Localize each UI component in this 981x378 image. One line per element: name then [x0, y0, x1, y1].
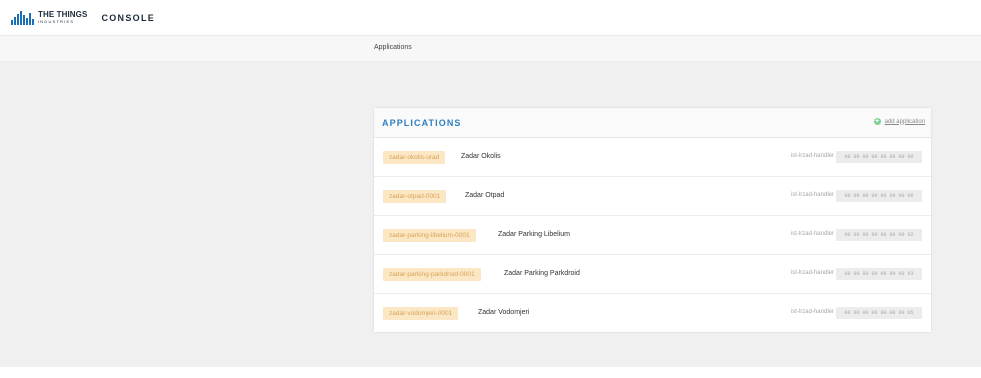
application-row[interactable]: zadar-otpad-0001 Zadar Otpad ist-lrzad-h… [374, 177, 931, 216]
app-eui-value: 00 00 00 00 00 00 00 00 [836, 151, 922, 163]
top-navigation-bar: THE THINGS INDUSTRIES CONSOLE [0, 0, 981, 35]
handler-label: ist-lrzad-handler [790, 231, 834, 237]
application-name: Zadar Otpad [465, 192, 505, 199]
application-name: Zadar Vodomjeri [478, 309, 530, 316]
logo-wordmark[interactable]: THE THINGS INDUSTRIES [38, 11, 87, 24]
application-id-badge: zadar-otpad-0001 [383, 190, 447, 203]
app-eui-value: 00 00 00 00 00 00 00 06 [836, 190, 922, 202]
handler-label: ist-lrzad-handler [790, 309, 834, 315]
logo-line1: THE THINGS [38, 10, 88, 19]
application-row[interactable]: zadar-okolis-urad Zadar Okolis ist-lrzad… [374, 138, 931, 177]
application-row[interactable]: zadar-vodomjeri-0001 Zadar Vodomjeri ist… [374, 294, 931, 333]
application-id-badge: zadar-okolis-urad [383, 151, 446, 164]
application-row[interactable]: zadar-parking-libelium-0001 Zadar Parkin… [374, 216, 931, 255]
footer-band [0, 367, 981, 378]
handler-label: ist-lrzad-handler [790, 192, 834, 198]
application-name: Zadar Parking Libelium [498, 231, 570, 238]
applications-panel: APPLICATIONS + add application zadar-oko… [374, 108, 931, 332]
add-application-label: add application [884, 118, 925, 125]
application-row[interactable]: zadar-parking-parkdroid-0001 Zadar Parki… [374, 255, 931, 294]
console-label[interactable]: CONSOLE [101, 13, 155, 23]
handler-label: ist-lrzad-handler [790, 153, 834, 159]
panel-title: APPLICATIONS [382, 118, 462, 128]
app-eui-value: 00 00 00 00 00 00 00 05 [836, 307, 922, 319]
breadcrumb-item-applications[interactable]: Applications [374, 44, 412, 51]
add-application-button[interactable]: + add application [873, 118, 925, 125]
breadcrumb: Applications [0, 35, 981, 62]
logo-line2: INDUSTRIES [38, 19, 75, 24]
handler-label: ist-lrzad-handler [790, 270, 834, 276]
application-id-badge: zadar-vodomjeri-0001 [383, 307, 459, 320]
ttn-logo-icon[interactable] [11, 10, 34, 25]
application-name: Zadar Okolis [461, 153, 501, 160]
application-id-badge: zadar-parking-parkdroid-0001 [383, 268, 481, 281]
plus-circle-icon: + [873, 118, 881, 125]
panel-header: APPLICATIONS + add application [374, 108, 931, 138]
application-name: Zadar Parking Parkdroid [504, 270, 580, 277]
app-eui-value: 00 00 00 00 00 00 00 03 [836, 268, 922, 280]
app-eui-value: 00 00 00 00 00 00 00 02 [836, 229, 922, 241]
application-id-badge: zadar-parking-libelium-0001 [383, 229, 476, 242]
